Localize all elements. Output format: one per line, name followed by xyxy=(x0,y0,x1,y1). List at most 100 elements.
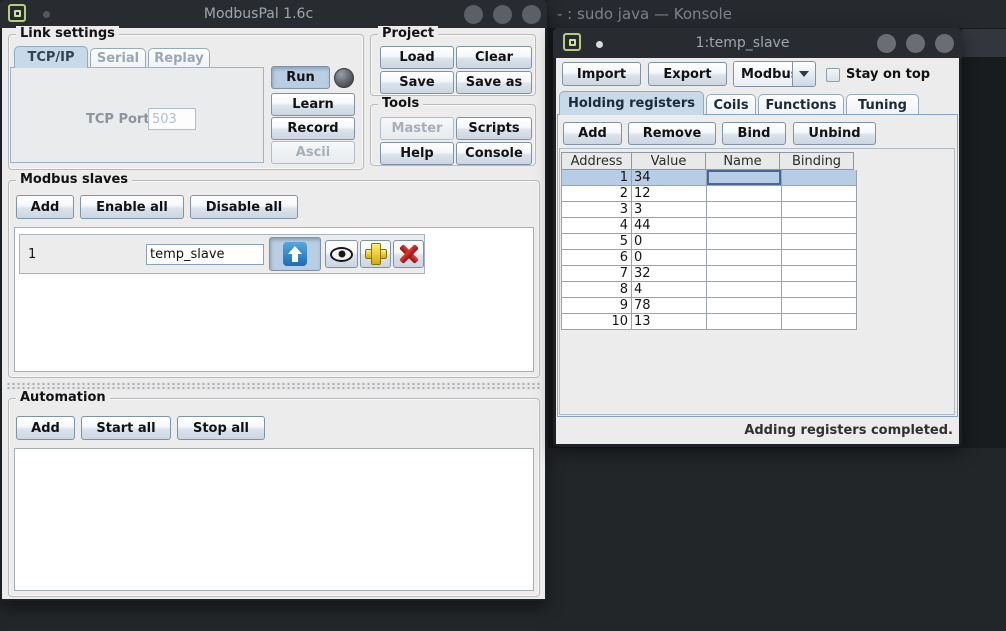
cell-name[interactable] xyxy=(707,202,782,218)
cell-name[interactable] xyxy=(707,218,782,234)
tab-holding-registers[interactable]: Holding registers xyxy=(559,91,704,115)
start-all-button[interactable]: Start all xyxy=(81,416,171,440)
table-row[interactable]: 60 xyxy=(561,250,857,266)
register-unbind-button[interactable]: Unbind xyxy=(793,122,876,145)
cell-name[interactable] xyxy=(707,234,782,250)
import-button[interactable]: Import xyxy=(562,62,641,86)
cell-binding[interactable] xyxy=(782,218,857,234)
cell-value[interactable]: 13 xyxy=(632,314,707,330)
cell-address[interactable]: 8 xyxy=(561,282,632,298)
split-pane-divider[interactable] xyxy=(6,382,540,390)
table-row[interactable]: 732 xyxy=(561,266,857,282)
register-bind-button[interactable]: Bind xyxy=(722,122,786,145)
column-header-address[interactable]: Address xyxy=(561,152,632,170)
stay-on-top-checkbox[interactable] xyxy=(826,68,840,82)
maximize-button[interactable] xyxy=(493,5,512,24)
cell-name[interactable] xyxy=(707,266,782,282)
cell-value[interactable]: 44 xyxy=(632,218,707,234)
cell-binding[interactable] xyxy=(782,314,857,330)
protocol-combobox[interactable]: Modbus xyxy=(733,61,816,87)
cell-address[interactable]: 5 xyxy=(561,234,632,250)
cell-address[interactable]: 10 xyxy=(561,314,632,330)
maximize-button[interactable] xyxy=(906,34,925,53)
column-header-binding[interactable]: Binding xyxy=(779,152,854,170)
cell-binding[interactable] xyxy=(782,186,857,202)
tab-tcpip[interactable]: TCP/IP xyxy=(14,46,88,68)
table-row[interactable]: 212 xyxy=(561,186,857,202)
cell-address[interactable]: 3 xyxy=(561,202,632,218)
combobox-arrow-button[interactable] xyxy=(792,62,815,86)
tab-serial[interactable]: Serial xyxy=(90,48,146,68)
tab-tuning[interactable]: Tuning xyxy=(846,94,919,115)
cell-value[interactable]: 0 xyxy=(632,250,707,266)
cell-address[interactable]: 2 xyxy=(561,186,632,202)
register-add-button[interactable]: Add xyxy=(563,122,622,145)
table-row[interactable]: 84 xyxy=(561,282,857,298)
stop-all-button[interactable]: Stop all xyxy=(177,416,265,440)
cell-binding[interactable] xyxy=(782,298,857,314)
minimize-button[interactable] xyxy=(464,5,483,24)
cell-address[interactable]: 6 xyxy=(561,250,632,266)
record-button[interactable]: Record xyxy=(271,117,355,140)
cell-name[interactable] xyxy=(707,170,782,186)
minimize-button[interactable] xyxy=(877,34,896,53)
slave-name-field[interactable] xyxy=(146,244,264,265)
cell-name[interactable] xyxy=(707,298,782,314)
clear-button[interactable]: Clear xyxy=(456,46,532,69)
slave-add-button[interactable]: Add xyxy=(16,195,74,219)
column-header-value[interactable]: Value xyxy=(631,152,706,170)
slave-delete-button[interactable] xyxy=(393,240,424,268)
load-button[interactable]: Load xyxy=(380,46,454,69)
master-button[interactable]: Master xyxy=(380,117,454,140)
cell-address[interactable]: 4 xyxy=(561,218,632,234)
cell-name[interactable] xyxy=(707,186,782,202)
learn-button[interactable]: Learn xyxy=(271,93,355,116)
cell-address[interactable]: 7 xyxy=(561,266,632,282)
table-row[interactable]: 33 xyxy=(561,202,857,218)
tab-functions[interactable]: Functions xyxy=(758,94,844,115)
close-button[interactable] xyxy=(522,5,541,24)
tcp-port-field[interactable] xyxy=(148,108,196,130)
cell-binding[interactable] xyxy=(782,234,857,250)
slave-view-button[interactable] xyxy=(325,240,358,268)
cell-binding[interactable] xyxy=(782,266,857,282)
cell-value[interactable]: 4 xyxy=(632,282,707,298)
cell-binding[interactable] xyxy=(782,170,857,186)
run-button[interactable]: Run xyxy=(271,66,330,89)
table-row[interactable]: 134 xyxy=(561,170,857,186)
cell-binding[interactable] xyxy=(782,282,857,298)
modbuspal-titlebar[interactable]: ModbusPal 1.6c xyxy=(0,0,547,28)
cell-name[interactable] xyxy=(707,282,782,298)
slave-enable-toggle-button[interactable] xyxy=(269,237,321,271)
cell-name[interactable] xyxy=(707,250,782,266)
console-button[interactable]: Console xyxy=(456,142,532,165)
cell-value[interactable]: 34 xyxy=(632,170,707,186)
table-row[interactable]: 444 xyxy=(561,218,857,234)
enable-all-button[interactable]: Enable all xyxy=(80,195,184,219)
cell-address[interactable]: 1 xyxy=(561,170,632,186)
cell-value[interactable]: 32 xyxy=(632,266,707,282)
save-as-button[interactable]: Save as xyxy=(456,71,532,94)
export-button[interactable]: Export xyxy=(648,62,727,86)
column-header-name[interactable]: Name xyxy=(705,152,780,170)
tab-coils[interactable]: Coils xyxy=(706,94,756,115)
disable-all-button[interactable]: Disable all xyxy=(190,195,298,219)
temp-slave-titlebar[interactable]: 1:temp_slave xyxy=(553,28,962,58)
register-remove-button[interactable]: Remove xyxy=(628,122,716,145)
slave-duplicate-button[interactable] xyxy=(360,240,391,268)
save-button[interactable]: Save xyxy=(380,71,454,94)
help-button[interactable]: Help xyxy=(380,142,454,165)
automation-add-button[interactable]: Add xyxy=(16,416,75,440)
table-row[interactable]: 50 xyxy=(561,234,857,250)
scripts-button[interactable]: Scripts xyxy=(456,117,532,140)
close-button[interactable] xyxy=(935,34,954,53)
cell-name[interactable] xyxy=(707,314,782,330)
slave-row[interactable]: 1 xyxy=(19,234,425,274)
table-row[interactable]: 978 xyxy=(561,298,857,314)
cell-binding[interactable] xyxy=(782,250,857,266)
cell-binding[interactable] xyxy=(782,202,857,218)
ascii-button[interactable]: Ascii xyxy=(271,141,355,164)
cell-value[interactable]: 12 xyxy=(632,186,707,202)
tab-replay[interactable]: Replay xyxy=(148,48,210,68)
cell-value[interactable]: 3 xyxy=(632,202,707,218)
